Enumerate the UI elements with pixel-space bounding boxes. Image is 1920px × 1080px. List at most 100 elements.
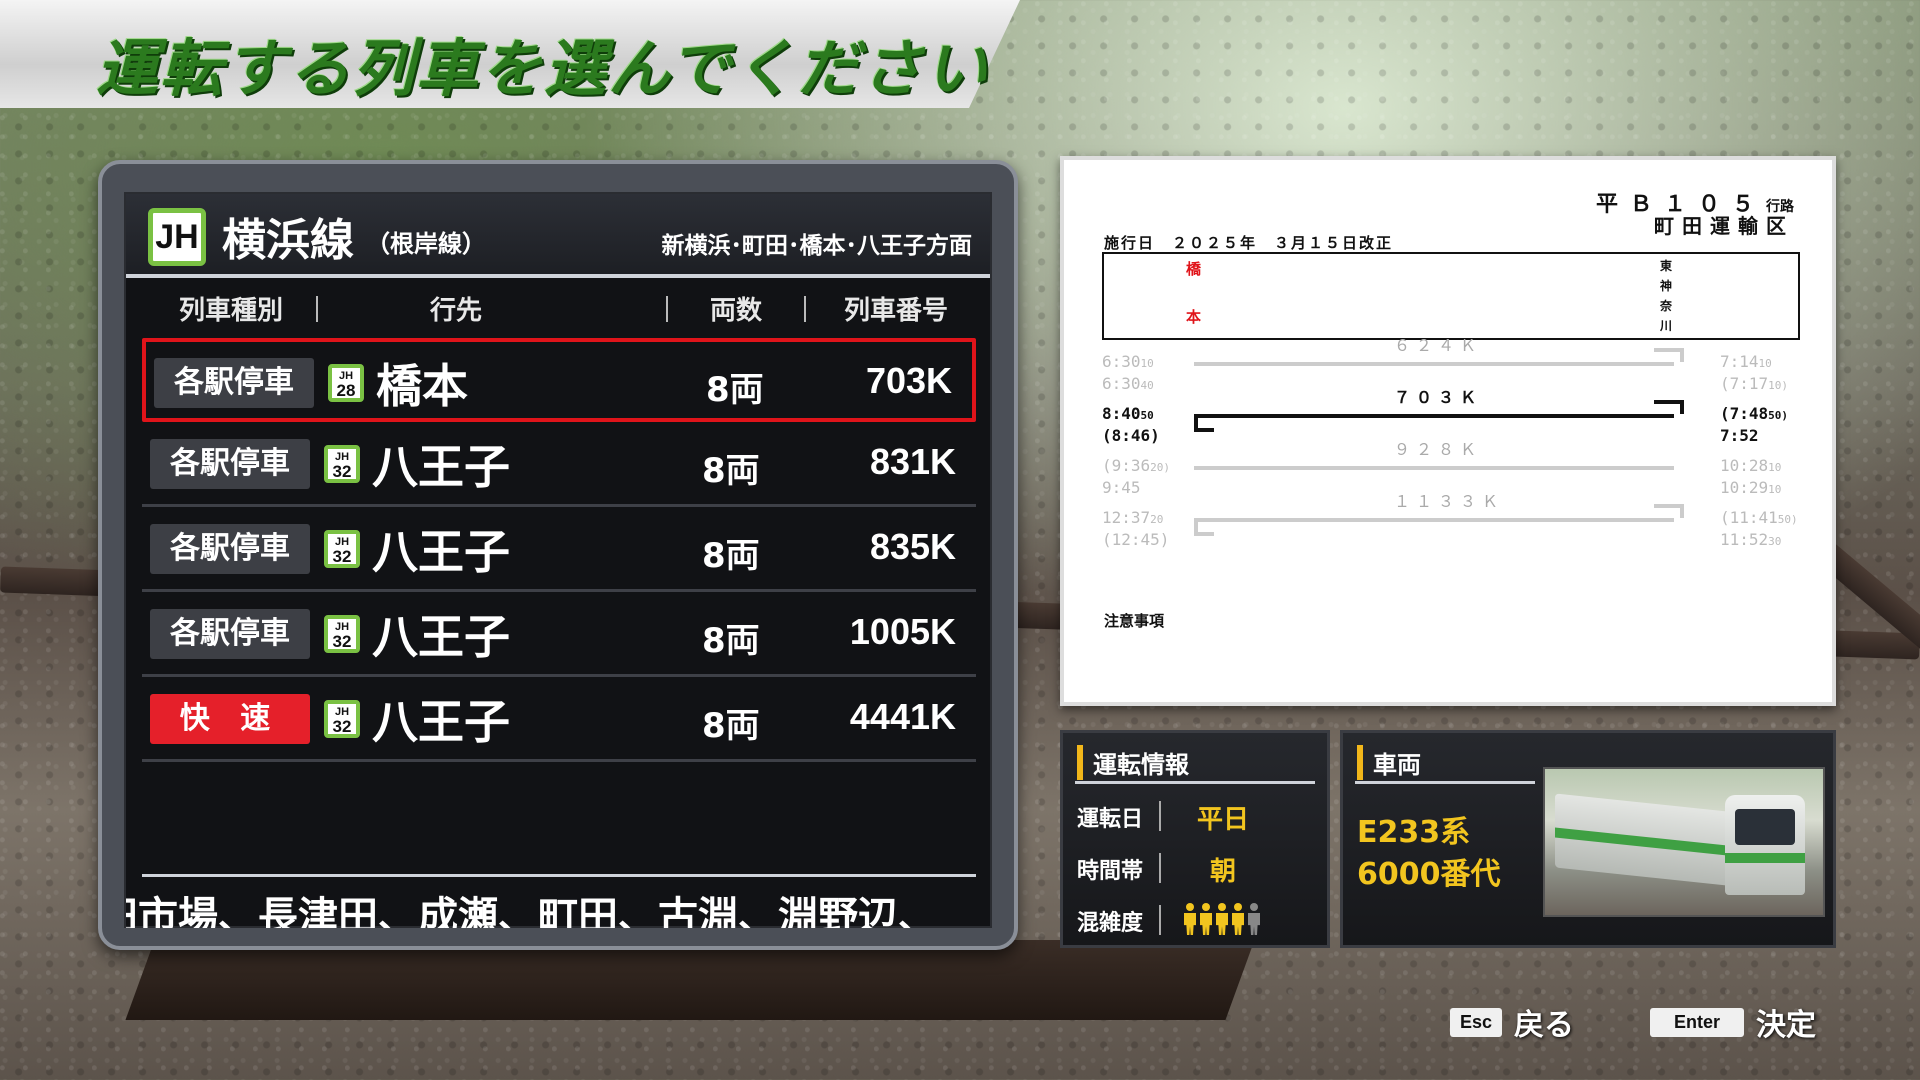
column-header-cars: 両数 [709, 296, 762, 326]
timetable-east-station: 東 神 奈 川 [1660, 256, 1676, 336]
column-header-type: 列車種別 [178, 296, 283, 326]
train-row[interactable]: 各駅停車 JH 32 八王子 8両 831K [142, 423, 976, 507]
line-code-badge: JH [148, 208, 206, 266]
seconds: 10 [1768, 483, 1782, 496]
east-station-char: 東 [1660, 259, 1673, 273]
seconds: 20) [1150, 461, 1171, 474]
vehicle-info-panel: 車両 E233系 6000番代 [1340, 730, 1836, 948]
person-icon [1247, 903, 1260, 935]
back-hint[interactable]: Esc 戻る [1450, 1000, 1574, 1044]
time: (7:17 [1720, 374, 1769, 393]
seconds: 50 [1140, 409, 1154, 422]
train-number: 703K [865, 360, 952, 401]
station-number: 32 [332, 717, 352, 736]
column-header-train-number: 列車番号 [843, 296, 948, 326]
station-number-icon: JH 32 [324, 615, 360, 653]
confirm-hint[interactable]: Enter 決定 [1650, 1000, 1816, 1044]
vehicle-info-title: 車両 [1357, 745, 1421, 780]
column-separator [666, 296, 668, 322]
timetable-station-box: 橋 本 東 神 奈 川 [1102, 252, 1800, 340]
train-cars: 8両 [702, 706, 760, 746]
run-hook [1654, 348, 1684, 362]
person-icon [1215, 903, 1228, 935]
run-arrival: (7:4850) 7:52 [1720, 404, 1788, 448]
train-row[interactable]: 各駅停車 JH 32 八王子 8両 1005K [142, 593, 976, 677]
train-row[interactable]: 各駅停車 JH 28 橋本 8両 703K [142, 338, 976, 422]
vehicle-photo [1543, 767, 1825, 917]
page-title: 運転する列車を選んでください [96, 32, 989, 105]
train-number: 1005K [849, 611, 956, 652]
train-number: 831K [869, 441, 956, 482]
time: (11:41 [1720, 508, 1778, 527]
stops-marquee: 田市場、長津田、成瀬、町田、古淵、淵野辺、 [126, 894, 938, 928]
time: 7:14 [1720, 352, 1759, 371]
info-separator [1159, 853, 1161, 883]
marquee-divider [142, 874, 976, 877]
train-cars: 8両 [706, 370, 764, 410]
info-separator [1159, 905, 1161, 935]
station-number-icon: JH 32 [324, 445, 360, 483]
seconds: 20 [1150, 513, 1164, 526]
timetable-effective-date: 施行日 ２０２５年 ３月１５日改正 [1104, 234, 1394, 252]
seconds: 30 [1768, 535, 1782, 548]
person-icon [1231, 903, 1244, 935]
time: 8:40 [1102, 404, 1141, 423]
seconds: 50) [1777, 513, 1798, 526]
station-number-icon: JH 32 [324, 700, 360, 738]
run-arrival: 10:2810 10:2910 [1720, 456, 1781, 500]
run-train-number: ９２８Ｋ [1394, 440, 1483, 459]
info-separator [1159, 801, 1161, 831]
time: (8:46) [1102, 426, 1160, 445]
train-cars: 8両 [702, 536, 760, 576]
background-sleeper [125, 940, 1255, 1020]
train-destination: 八王子 [372, 695, 510, 749]
train-type-label: 快 速 [150, 694, 310, 744]
back-label: 戻る [1514, 1008, 1575, 1043]
operation-day-label: 運転日 [1077, 807, 1144, 832]
time: 9:45 [1102, 478, 1141, 497]
seconds: 10) [1768, 379, 1789, 392]
crowd-level-meter [1163, 903, 1283, 942]
time: 11:52 [1720, 530, 1769, 549]
operation-info-title: 運転情報 [1077, 745, 1189, 780]
line-name: 横浜線 [222, 215, 354, 266]
run-hook [1194, 418, 1214, 432]
east-station-char: 神 [1660, 279, 1673, 293]
east-station-char: 奈 [1660, 299, 1673, 313]
esc-key-icon: Esc [1450, 1007, 1503, 1037]
train-type-label: 各駅停車 [150, 439, 310, 489]
time: 7:52 [1720, 426, 1759, 445]
west-station-char: 本 [1186, 308, 1202, 326]
operation-info-rule [1075, 781, 1315, 784]
station-number: 32 [332, 547, 352, 566]
operation-time-value: 朝 [1209, 857, 1236, 887]
time: 10:29 [1720, 478, 1769, 497]
run-arrival: 7:1410 (7:1710) [1720, 352, 1788, 396]
train-destination: 八王子 [372, 525, 510, 579]
run-departure: 8:4050 (8:46) [1102, 404, 1160, 448]
train-number: 4441K [849, 696, 956, 737]
run-hook [1194, 522, 1214, 536]
run-departure: (9:3620) 9:45 [1102, 456, 1170, 500]
time: (7:48 [1720, 404, 1769, 423]
column-separator [316, 296, 318, 322]
line-header: JH 横浜線 （根岸線） 新横浜･町田･橋本･八王子方面 [126, 194, 990, 278]
line-subname: （根岸線） [366, 230, 486, 258]
station-number-icon: JH 28 [328, 364, 364, 402]
train-cars: 8両 [702, 451, 760, 491]
train-row[interactable]: 各駅停車 JH 32 八王子 8両 835K [142, 508, 976, 592]
east-station-char: 川 [1660, 319, 1673, 333]
time: 12:37 [1102, 508, 1151, 527]
train-list-panel: JH 横浜線 （根岸線） 新横浜･町田･橋本･八王子方面 列車種別 行先 両数 … [98, 160, 1018, 950]
west-station-char: 橋 [1186, 260, 1202, 278]
train-row[interactable]: 快 速 JH 32 八王子 8両 4441K [142, 678, 976, 762]
time: 6:30 [1102, 374, 1141, 393]
run-hook [1654, 400, 1684, 414]
run-departure: 12:3720 (12:45) [1102, 508, 1169, 552]
column-header-destination: 行先 [429, 296, 482, 326]
train-front-stripe [1725, 853, 1805, 863]
station-number-icon: JH 32 [324, 530, 360, 568]
operation-crowd-label: 混雑度 [1077, 911, 1144, 936]
vehicle-subseries: 6000番代 [1357, 857, 1501, 892]
time: 10:28 [1720, 456, 1769, 475]
